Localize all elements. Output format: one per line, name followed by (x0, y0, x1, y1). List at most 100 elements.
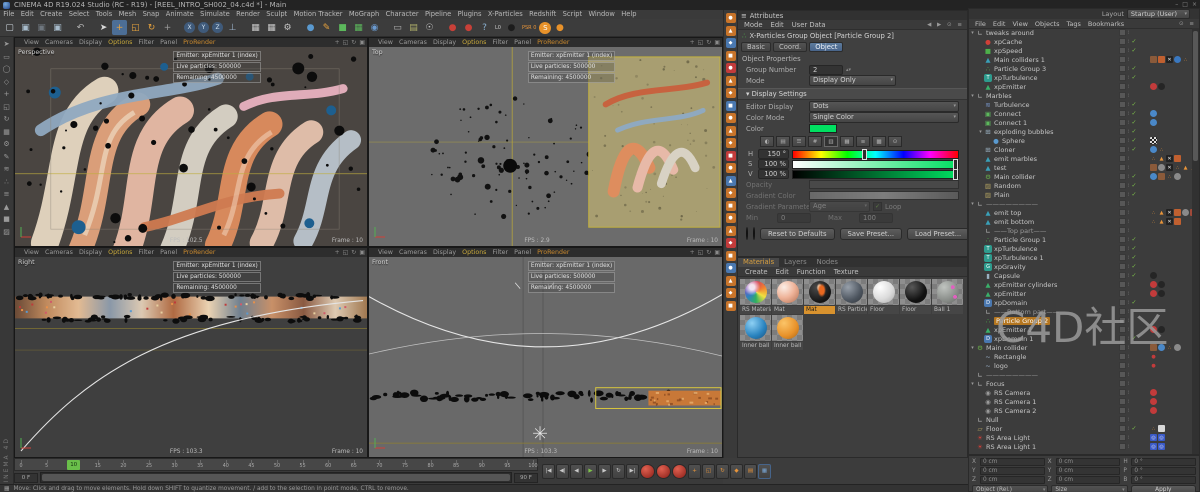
maximize-icon[interactable]: ▣ (714, 248, 720, 257)
tag-tex_white[interactable] (1158, 425, 1165, 432)
psr-button[interactable]: PSR 0 (520, 20, 538, 35)
layer-chip[interactable] (1119, 254, 1126, 261)
material-item[interactable]: Mat (772, 279, 803, 314)
menu-pipeline[interactable]: Pipeline (422, 10, 455, 19)
object-row[interactable]: ~Rectangle∶● (969, 352, 1192, 361)
grid-icon[interactable]: ▦ (3, 128, 10, 137)
last-tool-button[interactable]: + (160, 20, 175, 35)
xp-tool-icon-20[interactable]: ● (726, 263, 736, 273)
state-column[interactable]: ∶✓ (1119, 253, 1136, 262)
tag-dots[interactable]: ∴ (1150, 218, 1157, 225)
object-row[interactable]: ⚙Main collider∶✓∴ (969, 172, 1192, 181)
state-column[interactable]: ∶ (1119, 217, 1129, 226)
tag-sphere_gray[interactable] (1174, 173, 1181, 180)
tag-target[interactable]: ◎ (1150, 443, 1157, 450)
object-row[interactable]: ▲emit marbles∶∴▲✕ (969, 154, 1192, 163)
tag-sphere_red[interactable] (1150, 389, 1157, 396)
xp-options-button[interactable] (753, 227, 755, 240)
picker-mode-8[interactable]: ⊙ (888, 136, 902, 147)
layer-chip[interactable] (1119, 290, 1126, 297)
add-sphere-button[interactable]: ● (303, 20, 318, 35)
material-thumbnail[interactable] (836, 279, 867, 305)
visibility-dots[interactable]: ∶ (1128, 282, 1129, 288)
picker-mode-4[interactable]: ▥ (824, 136, 838, 147)
layer-chip[interactable] (1119, 407, 1126, 414)
render-settings-button[interactable]: ⚙ (280, 20, 295, 35)
hue-cursor[interactable] (862, 149, 867, 160)
coord-field[interactable]: 0 cm (1056, 458, 1121, 466)
tag-red_dot[interactable]: ● (1150, 353, 1157, 360)
color-mode-dropdown[interactable]: Single Color (809, 112, 959, 123)
object-row[interactable]: ▲test∶✕∴▲▲ (969, 163, 1192, 172)
coord-mode-dropdown[interactable]: Object (Rel.) (972, 485, 1048, 492)
layer-chip[interactable] (1119, 362, 1126, 369)
points-icon[interactable]: ∴ (4, 178, 8, 187)
object-row[interactable]: ▱Floor∶✓∴ (969, 424, 1192, 433)
rs-ipr-button[interactable]: ● (461, 20, 476, 35)
object-row[interactable]: ▲xpEmitter∶ (969, 82, 1192, 91)
object-row[interactable]: ∟Null∶ (969, 415, 1192, 424)
tag-checker[interactable] (1150, 137, 1157, 144)
state-column[interactable]: ∶✓ (1119, 73, 1136, 82)
viewport-canvas[interactable]: TopEmitter: xpEmitter 1 (index)Live part… (369, 47, 722, 246)
visibility-dots[interactable]: ∶ (1128, 111, 1129, 117)
layer-chip[interactable] (1119, 326, 1126, 333)
coord-field[interactable]: 0 ° (1131, 476, 1196, 484)
vp-menu-filter[interactable]: Filter (489, 38, 511, 47)
visibility-dots[interactable]: ∶ (1128, 39, 1129, 45)
undo-button[interactable]: ↶ (73, 20, 88, 35)
current-frame-marker[interactable]: 10 (67, 460, 80, 470)
vp-menu-prorender[interactable]: ProRender (180, 248, 218, 257)
rotate-icon[interactable]: ↻ (706, 38, 711, 47)
layer-chip[interactable] (1119, 164, 1126, 171)
layout-null-button[interactable]: L0 (493, 20, 503, 35)
materials-tab-materials[interactable]: Materials (738, 258, 779, 267)
visibility-dots[interactable]: ∶ (1128, 417, 1129, 423)
tab-coord[interactable]: Coord. (773, 42, 807, 52)
record-options-button[interactable] (672, 464, 687, 479)
object-row[interactable]: ∟————————∶ (969, 370, 1192, 379)
visibility-dots[interactable]: ∶ (1128, 138, 1129, 144)
coord-field[interactable]: 0 cm (1056, 476, 1121, 484)
xp-tool-icon-2[interactable]: ◆ (726, 38, 736, 48)
tag-dots[interactable]: ∴ (1182, 56, 1189, 63)
om-menu-view[interactable]: View (1009, 20, 1030, 28)
visibility-dots[interactable]: ∶ (1128, 174, 1129, 180)
state-column[interactable]: ∶ (1119, 343, 1129, 352)
visibility-dots[interactable]: ∶ (1128, 318, 1129, 324)
rotate-tool-button[interactable]: ↻ (144, 20, 159, 35)
layer-chip[interactable] (1119, 119, 1126, 126)
state-column[interactable]: ∶ (1119, 361, 1129, 370)
menu-script[interactable]: Script (559, 10, 585, 19)
visibility-dots[interactable]: ∶ (1128, 183, 1129, 189)
coord-field[interactable]: 0 cm (980, 476, 1045, 484)
expander-icon[interactable]: ▾ (977, 129, 984, 135)
object-row[interactable]: ◉RS Camera 2∶ (969, 406, 1192, 415)
visibility-dots[interactable]: ∶ (1128, 201, 1129, 207)
pan-icon[interactable]: + (335, 38, 340, 47)
tag-dots[interactable]: ∴ (1150, 209, 1157, 216)
saturation-slider[interactable] (792, 160, 959, 169)
coord-field[interactable]: 0 ° (1131, 467, 1196, 475)
visibility-dots[interactable]: ∶ (1128, 147, 1129, 153)
tag-sphere_red[interactable] (1150, 407, 1157, 414)
camera-film-button[interactable]: ▤ (406, 20, 421, 35)
xp-tool-icon-5[interactable]: ▲ (726, 76, 736, 86)
visibility-dots[interactable]: ∶ (1128, 390, 1129, 396)
render-picture-viewer-button[interactable]: ▦ (264, 20, 279, 35)
tag-xchk[interactable]: ✕ (1166, 155, 1173, 162)
layer-chip[interactable] (1119, 443, 1126, 450)
enabled-check-icon[interactable]: ✓ (1131, 299, 1136, 306)
state-column[interactable]: ∶✓ (1119, 46, 1136, 55)
xp-tool-icon-10[interactable]: ◆ (726, 138, 736, 148)
menu-character[interactable]: Character (382, 10, 421, 19)
value-slider[interactable] (792, 170, 959, 179)
object-row[interactable]: ▮Capsule∶✓ (969, 271, 1192, 280)
pan-icon[interactable]: + (335, 248, 340, 257)
xp-tool-icon-15[interactable]: ■ (726, 201, 736, 211)
metaball-button[interactable]: ◉ (367, 20, 382, 35)
visibility-dots[interactable]: ∶ (1128, 30, 1129, 36)
expander-icon[interactable]: ▾ (969, 93, 976, 99)
visibility-dots[interactable]: ∶ (1128, 426, 1129, 432)
menu-create[interactable]: Create (37, 10, 66, 19)
